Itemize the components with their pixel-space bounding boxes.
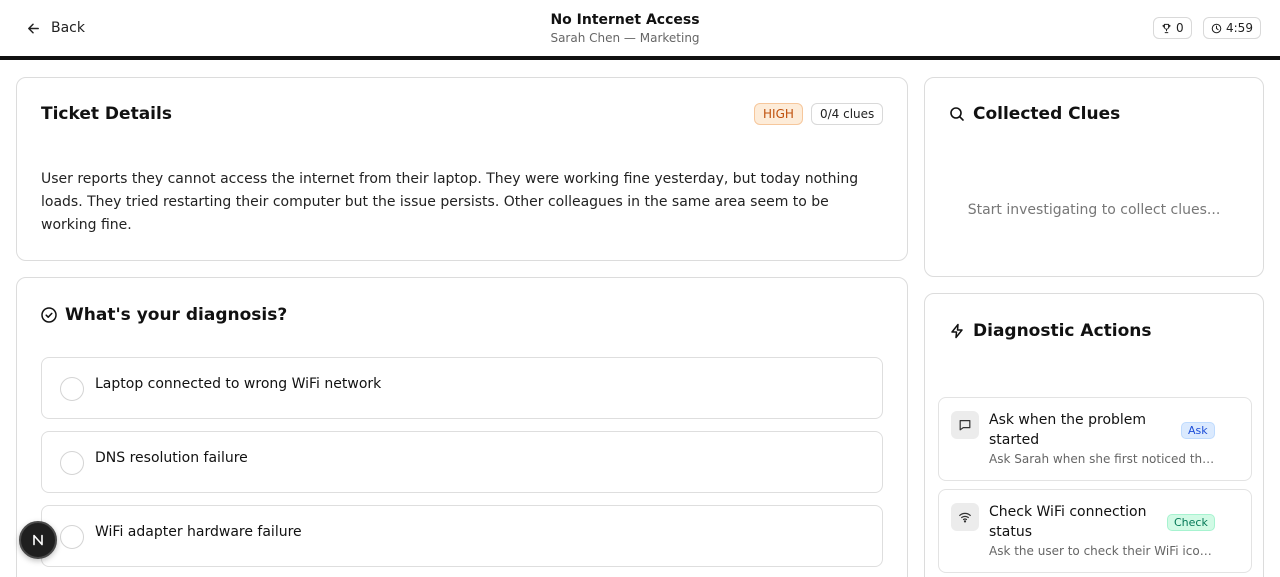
actions-heading-text: Diagnostic Actions [973,321,1152,341]
radio-button[interactable] [60,525,84,549]
score-badge: 0 [1153,17,1192,39]
action-type-badge: Ask [1181,422,1215,439]
clock-icon [1211,23,1222,33]
diagnosis-option-wrong-wifi[interactable]: Laptop connected to wrong WiFi network [41,357,883,419]
n-logo-button[interactable] [19,521,57,559]
radio-button[interactable] [60,451,84,475]
trophy-icon [1162,23,1171,33]
action-description: Ask Sarah when she first noticed the pro… [989,452,1215,466]
action-check-wifi-status[interactable]: Check WiFi connection status Check Ask t… [938,489,1252,573]
diagnosis-heading-text: What's your diagnosis? [65,305,288,325]
ticket-heading-text: Ticket Details [41,104,172,124]
score-value: 0 [1176,21,1184,35]
timer-value: 4:59 [1226,21,1253,35]
clues-heading-text: Collected Clues [973,104,1121,124]
page-subtitle: Sarah Chen — Marketing [550,31,700,45]
ticket-details-heading: Ticket Details [41,104,172,124]
check-circle-icon [41,307,57,323]
n-logo-icon [33,534,43,546]
diagnosis-option-adapter[interactable]: WiFi adapter hardware failure [41,505,883,567]
ticket-description: User reports they cannot access the inte… [41,171,859,233]
timer-badge: 4:59 [1203,17,1261,39]
priority-badge: HIGH [754,103,803,125]
wifi-icon [951,503,979,531]
header-divider [0,56,1280,60]
message-icon [951,411,979,439]
zap-icon [951,323,963,339]
actions-heading: Diagnostic Actions [949,321,1152,341]
clues-count-badge: 0/4 clues [811,103,884,125]
radio-button[interactable] [60,377,84,401]
action-type-badge: Check [1167,514,1215,531]
diagnosis-heading: What's your diagnosis? [41,305,287,325]
header-title-block: No Internet Access Sarah Chen — Marketin… [0,11,1250,46]
page-title: No Internet Access [550,12,700,28]
action-title: Ask when the problem started [989,412,1147,448]
action-title: Check WiFi connection status [989,504,1147,540]
diagnosis-option-dns[interactable]: DNS resolution failure [41,431,883,493]
action-description: Ask the user to check their WiFi icon in… [989,544,1215,558]
action-ask-problem-start[interactable]: Ask when the problem started Ask Ask Sar… [938,397,1252,481]
ticket-details-card: Ticket Details HIGH 0/4 clues User repor… [16,77,908,261]
search-icon [950,107,964,121]
clues-empty-state: Start investigating to collect clues... [967,202,1221,218]
clues-heading: Collected Clues [949,104,1120,124]
option-label: DNS resolution failure [95,450,248,466]
diagnostic-actions-card: Diagnostic Actions Ask when the problem … [924,293,1264,577]
option-label: WiFi adapter hardware failure [95,524,302,540]
top-bar: Back No Internet Access Sarah Chen — Mar… [0,0,1280,56]
diagnosis-card: What's your diagnosis? Laptop connected … [16,277,908,577]
option-label: Laptop connected to wrong WiFi network [95,376,382,392]
collected-clues-card: Collected Clues Start investigating to c… [924,77,1264,277]
